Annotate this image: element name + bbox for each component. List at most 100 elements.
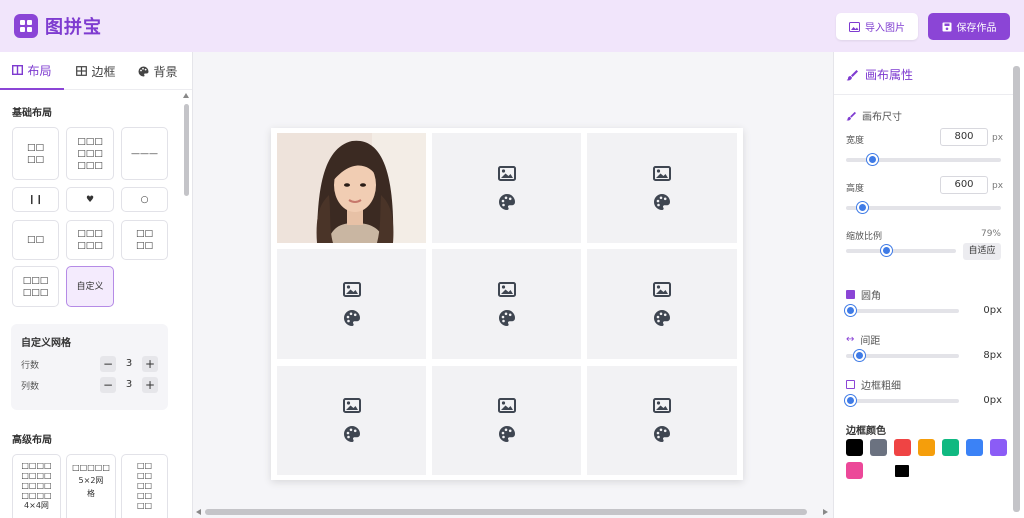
color-swatch[interactable]: [966, 439, 983, 456]
zoom-slider-track[interactable]: [846, 249, 956, 253]
collage-cell[interactable]: [277, 249, 426, 359]
radius-slider-track[interactable]: [846, 309, 959, 313]
custom-grid-panel: 自定义网格 行数 − 3 + 列数 − 3 +: [11, 324, 168, 410]
left-sidebar: 布局 边框 背景 基础布局 □□ □□ □□□ □□□ □□□ ——— ❙❙ ♥…: [0, 52, 193, 518]
save-work-label: 保存作品: [956, 23, 997, 34]
tab-border[interactable]: 边框: [64, 52, 128, 90]
height-input[interactable]: 600: [940, 176, 988, 194]
sidebar-scrollbar[interactable]: [184, 104, 189, 196]
rows-value: 3: [125, 358, 133, 369]
canvas-horizontal-scrollbar[interactable]: [205, 509, 807, 515]
grid-icon: [76, 66, 88, 76]
color-swatch[interactable]: [846, 462, 863, 479]
tab-background-label: 背景: [153, 64, 178, 79]
image-placeholder-icon: [653, 165, 671, 181]
spacing-heading: ↔ 间距: [846, 332, 880, 347]
layout-option-3x3[interactable]: □□□ □□□ □□□: [66, 127, 114, 180]
height-slider-track[interactable]: [846, 206, 1001, 210]
layout-option-columns[interactable]: ❙❙: [12, 187, 59, 212]
color-swatch[interactable]: [918, 439, 935, 456]
layout-option-heart[interactable]: ♥: [66, 187, 114, 212]
height-label: 高度: [846, 184, 865, 194]
width-slider-thumb[interactable]: [866, 154, 878, 165]
color-swatch[interactable]: [895, 465, 909, 477]
cols-decrement-button[interactable]: −: [100, 377, 116, 393]
custom-grid-heading: 自定义网格: [21, 338, 71, 349]
image-placeholder-icon: [497, 165, 516, 181]
width-label: 宽度: [846, 136, 865, 146]
panel-divider: [834, 94, 1014, 95]
collage-cell[interactable]: [432, 249, 581, 359]
arrows-horizontal-icon: ↔: [846, 334, 855, 345]
collage-cell[interactable]: [432, 366, 581, 475]
layout-option-circle[interactable]: ○: [121, 187, 168, 212]
save-icon: [942, 22, 951, 31]
layout-option-line[interactable]: ———: [121, 127, 168, 180]
layout-option-custom[interactable]: 自定义: [66, 266, 114, 307]
layout-option-2x5[interactable]: □□ □□ □□ □□ □□: [121, 454, 168, 518]
canvas-size-heading: 画布尺寸: [846, 108, 902, 123]
cols-increment-button[interactable]: +: [142, 377, 158, 393]
advanced-layout-heading: 高级布局: [12, 435, 52, 446]
rows-decrement-button[interactable]: −: [100, 356, 116, 372]
collage-cell[interactable]: [587, 133, 737, 243]
layout-option-2x2b[interactable]: □□ □□: [121, 220, 168, 260]
palette-icon: [498, 426, 515, 442]
height-unit: px: [992, 181, 1004, 191]
layout-option-4x4[interactable]: □□□□ □□□□ □□□□ □□□□ 4×4网: [12, 454, 61, 518]
collage-cell[interactable]: [432, 133, 581, 243]
layout-option-3x2[interactable]: □□□ □□□: [66, 220, 114, 260]
palette-icon: [498, 193, 515, 210]
collage-cell[interactable]: [587, 366, 737, 475]
import-image-label: 导入图片: [865, 23, 905, 34]
border-width-slider-track[interactable]: [846, 399, 959, 403]
color-swatch[interactable]: [846, 439, 863, 456]
radius-heading: 圆角: [846, 287, 881, 302]
cols-label: 列数: [21, 382, 40, 392]
width-input[interactable]: 800: [940, 128, 988, 146]
color-swatch[interactable]: [942, 439, 959, 456]
rows-increment-button[interactable]: +: [142, 356, 158, 372]
radius-label: 圆角: [861, 291, 881, 302]
spacing-value: 8px: [983, 350, 1002, 361]
save-work-button[interactable]: 保存作品: [928, 13, 1010, 40]
height-slider-thumb[interactable]: [857, 202, 869, 213]
collage-cell[interactable]: [587, 249, 737, 359]
layout-option-2x1[interactable]: □□: [12, 220, 59, 260]
palette-icon: [654, 426, 671, 442]
app-header: 图拼宝 导入图片 保存作品: [0, 0, 1024, 52]
palette-icon: [343, 309, 360, 326]
columns-icon: [12, 65, 24, 75]
canvas-size-label: 画布尺寸: [862, 112, 902, 123]
color-swatch[interactable]: [870, 439, 887, 456]
portrait-photo[interactable]: [277, 133, 426, 243]
layout-option-2x2[interactable]: □□ □□: [12, 127, 59, 180]
tab-background[interactable]: 背景: [128, 52, 188, 90]
width-unit: px: [992, 133, 1004, 143]
image-placeholder-icon: [653, 398, 671, 413]
scroll-right-icon[interactable]: [823, 509, 828, 515]
import-image-button[interactable]: 导入图片: [836, 13, 918, 40]
border-width-slider-thumb[interactable]: [845, 395, 856, 406]
spacing-label: 间距: [860, 336, 881, 347]
layout-option-5x2[interactable]: □□□□□ 5×2网 格: [66, 454, 116, 518]
collage-cell[interactable]: [277, 366, 426, 475]
image-placeholder-icon: [497, 398, 516, 413]
border-width-value: 0px: [983, 395, 1002, 406]
tab-layout[interactable]: 布局: [0, 52, 64, 90]
layout-option-3x2b[interactable]: □□□ □□□: [12, 266, 59, 307]
color-swatch[interactable]: [990, 439, 1007, 456]
zoom-slider-thumb[interactable]: [880, 245, 892, 256]
image-icon: [849, 21, 860, 32]
color-swatch[interactable]: [894, 439, 911, 456]
scroll-up-icon[interactable]: [183, 93, 189, 98]
app-title: 图拼宝: [45, 17, 102, 38]
brush-icon: [846, 69, 858, 80]
radius-slider-thumb[interactable]: [845, 305, 856, 316]
fit-button[interactable]: 自适应: [963, 243, 1001, 260]
tab-border-label: 边框: [91, 64, 116, 79]
right-panel-scrollbar[interactable]: [1013, 66, 1020, 512]
palette-icon: [654, 193, 671, 210]
rows-label: 行数: [21, 361, 40, 371]
scroll-left-icon[interactable]: [196, 509, 201, 515]
